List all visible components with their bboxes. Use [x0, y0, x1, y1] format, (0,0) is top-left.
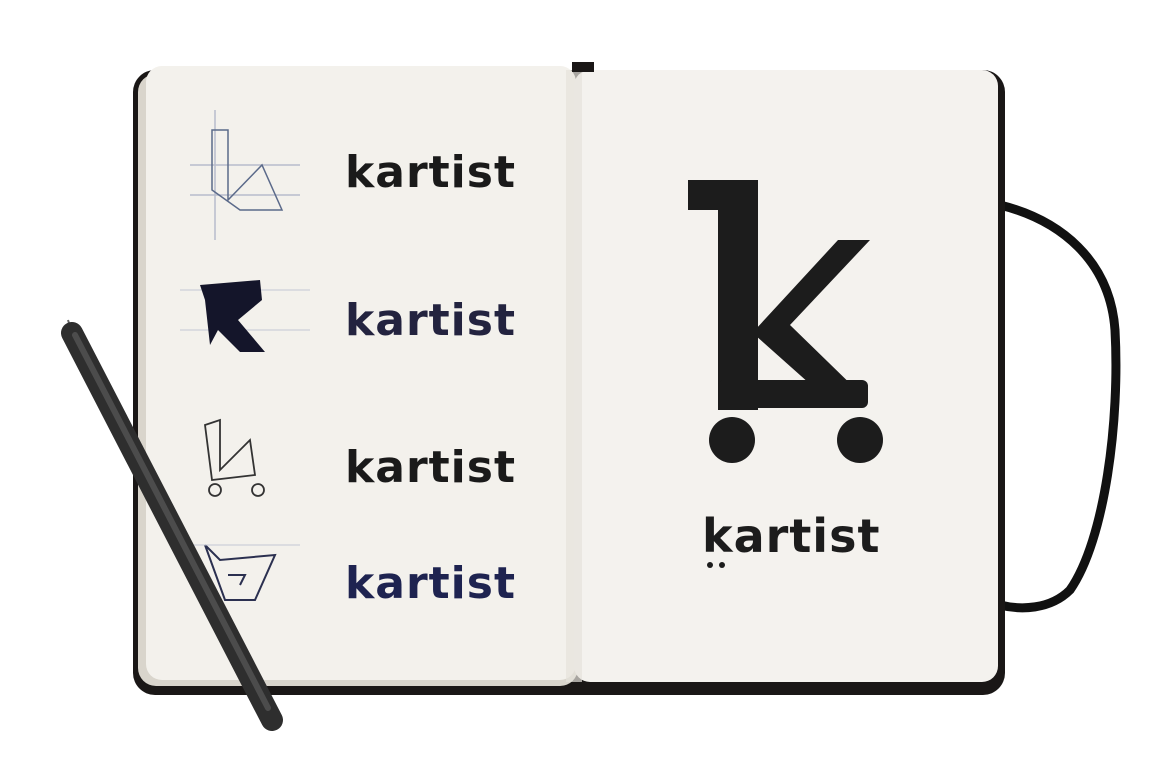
final-wordmark: kartist: [702, 509, 880, 563]
right-page: [574, 70, 998, 682]
sketch-wordmark-1: kartist: [345, 147, 516, 198]
sketch-wordmark-3: kartist: [345, 442, 516, 493]
notebook-mockup: kartist kartist kartist kartist kartist: [61, 62, 1121, 731]
sketch-wordmark-2: kartist: [345, 295, 516, 346]
elastic-band: [998, 200, 1121, 613]
sketch-wordmark-4: kartist: [345, 558, 516, 609]
